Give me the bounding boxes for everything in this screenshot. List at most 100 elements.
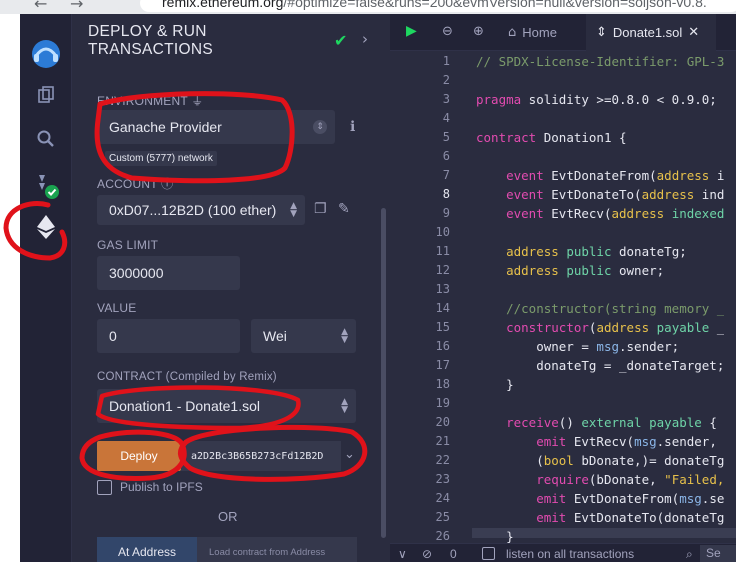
- line-number: 19: [435, 396, 450, 410]
- value-label: VALUE: [97, 301, 137, 315]
- collapse-terminal-icon[interactable]: ∨: [398, 547, 407, 561]
- solidity-compiler-icon[interactable]: [20, 166, 72, 206]
- line-number: 16: [435, 339, 450, 353]
- line-number: 7: [442, 168, 450, 182]
- url-host: remix.ethereum.org: [162, 0, 284, 10]
- line-number: 10: [435, 225, 450, 239]
- code-line: event EvtRecv(address indexed: [506, 206, 725, 221]
- close-icon[interactable]: ✕: [688, 25, 699, 40]
- code-line: constructor(address payable _: [506, 320, 725, 335]
- account-label: ACCOUNT ⓘ: [97, 177, 174, 191]
- code-line: }: [476, 377, 514, 392]
- select-updown-icon: ▲ ▼: [341, 327, 348, 345]
- panel-title-line1: DEPLOY & RUN: [88, 23, 207, 40]
- gas-limit-input[interactable]: 3000000: [97, 256, 240, 290]
- or-divider: OR: [218, 509, 238, 524]
- code-line: require(bDonate, "Failed,: [536, 472, 725, 487]
- load-contract-address-input[interactable]: Load contract from Address: [197, 537, 357, 562]
- address-bar[interactable]: remix.ethereum.org/#optimize=false&runs=…: [140, 0, 736, 12]
- code-line: emit EvtDonateTo(donateTg: [536, 510, 725, 525]
- code-line: owner = msg.sender;: [476, 339, 680, 354]
- line-number: 25: [435, 510, 450, 524]
- edit-icon[interactable]: ✎: [338, 201, 350, 217]
- value-input[interactable]: 0: [97, 319, 240, 353]
- code-line: address public owner;: [506, 263, 665, 278]
- line-number: 6: [442, 149, 450, 163]
- line-number: 13: [435, 282, 450, 296]
- code-line: receive() external payable {: [506, 415, 717, 430]
- code-line: //constructor(string memory _: [476, 301, 725, 316]
- environment-value: Ganache Provider: [109, 119, 222, 135]
- gas-limit-label: GAS LIMIT: [97, 238, 159, 252]
- value-unit-select[interactable]: Wei ▲ ▼: [251, 319, 356, 353]
- clear-console-icon[interactable]: ⊘: [422, 547, 432, 561]
- copy-icon[interactable]: ❐: [314, 201, 327, 217]
- line-number: 11: [435, 244, 450, 258]
- contract-select[interactable]: Donation1 - Donate1.sol ▲ ▼: [97, 389, 356, 423]
- deploy-run-panel: DEPLOY & RUN TRANSACTIONS ✔ › ENVIRONMEN…: [72, 14, 390, 562]
- plug-icon: ⏚: [191, 94, 204, 108]
- panel-title-line2: TRANSACTIONS: [88, 41, 214, 58]
- listen-all-checkbox[interactable]: [482, 547, 495, 560]
- tab-home[interactable]: ⌂ Home: [500, 14, 584, 51]
- code-line: event EvtDonateFrom(address i: [506, 168, 725, 183]
- code-line: contract Donation1 {: [476, 130, 627, 145]
- panel-scrollbar[interactable]: [381, 208, 386, 538]
- forward-icon[interactable]: →: [70, 0, 83, 13]
- files-icon[interactable]: [20, 75, 72, 115]
- run-script-icon[interactable]: ▶: [406, 23, 417, 39]
- deploy-args-input[interactable]: a2D2Bc3B65B273cFd12B2D: [181, 441, 341, 471]
- info-icon[interactable]: ℹ: [350, 119, 355, 135]
- contract-label: CONTRACT (Compiled by Remix): [97, 371, 277, 383]
- line-number: 21: [435, 434, 450, 448]
- line-number: 24: [435, 491, 450, 505]
- tab-donate1-sol[interactable]: ⇕ Donate1.sol ✕: [586, 14, 716, 51]
- line-number: 15: [435, 320, 450, 334]
- code-line: (bool bDonate,)= donateTg: [476, 453, 725, 468]
- line-number: 17: [435, 358, 450, 372]
- back-icon[interactable]: ←: [34, 0, 47, 13]
- publish-ipfs-label: Publish to IPFS: [120, 480, 203, 494]
- chevron-down-icon[interactable]: ⌄: [344, 447, 355, 462]
- deploy-button[interactable]: Deploy: [97, 441, 181, 471]
- terminal-search-icon: ⌕: [686, 547, 693, 561]
- zoom-in-icon[interactable]: ⊕: [473, 24, 484, 39]
- environment-select[interactable]: Ganache Provider ⇕: [97, 110, 335, 144]
- code-line: address public donateTg;: [506, 244, 687, 259]
- code-line: pragma solidity >=0.8.0 < 0.9.0;: [476, 92, 717, 107]
- solidity-file-icon: ⇕: [596, 25, 607, 40]
- info-circle-icon: ⓘ: [161, 177, 174, 191]
- chevron-right-icon[interactable]: ›: [362, 30, 368, 48]
- value-unit: Wei: [263, 328, 287, 344]
- gas-limit-value: 3000000: [109, 265, 164, 281]
- home-icon: ⌂: [508, 25, 517, 40]
- line-number: 9: [442, 206, 450, 220]
- select-updown-icon: ▲ ▼: [290, 201, 297, 219]
- network-badge: Custom (5777) network: [105, 151, 217, 166]
- account-select[interactable]: 0xD07...12B2D (100 ether) ▲ ▼: [97, 195, 305, 225]
- search-icon[interactable]: [20, 119, 72, 159]
- line-number: 18: [435, 377, 450, 391]
- account-value: 0xD07...12B2D (100 ether): [109, 202, 277, 218]
- remix-logo-icon[interactable]: [20, 34, 72, 74]
- value-amount: 0: [109, 328, 117, 344]
- window-margin: [0, 14, 20, 562]
- check-icon: ✔: [334, 31, 348, 50]
- line-number: 14: [435, 301, 450, 315]
- panel-title: DEPLOY & RUN TRANSACTIONS: [88, 23, 213, 59]
- url-path: /#optimize=false&runs=200&evmVersion=nul…: [283, 0, 707, 10]
- code-line: emit EvtRecv(msg.sender,: [536, 434, 717, 449]
- code-line: // SPDX-License-Identifier: GPL-3: [476, 54, 725, 69]
- icon-panel: [20, 14, 72, 562]
- line-number: 3: [442, 92, 450, 106]
- code-line: event EvtDonateTo(address ind: [506, 187, 725, 202]
- line-number: 22: [435, 453, 450, 467]
- terminal-search-input[interactable]: Se: [700, 545, 736, 562]
- publish-ipfs-checkbox[interactable]: [97, 480, 112, 495]
- tab-donate1-label: Donate1.sol: [612, 25, 683, 40]
- zoom-out-icon[interactable]: ⊖: [442, 24, 453, 39]
- select-updown-icon: ▲ ▼: [341, 397, 348, 415]
- line-number: 1: [442, 54, 450, 68]
- at-address-button[interactable]: At Address: [97, 537, 197, 562]
- deploy-run-icon[interactable]: [20, 207, 72, 247]
